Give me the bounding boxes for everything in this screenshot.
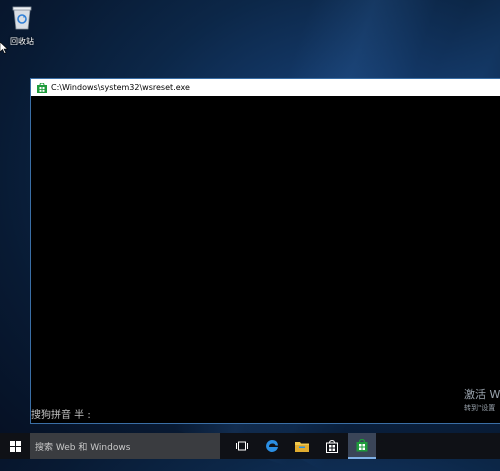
file-explorer-button[interactable] — [288, 433, 316, 459]
search-placeholder: 搜索 Web 和 Windows — [35, 442, 131, 453]
wsreset-taskbar-button[interactable] — [348, 433, 376, 459]
desktop-icon-recycle-bin[interactable]: 回收站 — [4, 4, 40, 47]
edge-button[interactable] — [258, 433, 286, 459]
edge-browser-icon — [266, 440, 278, 452]
ime-status-text: 搜狗拼音 半 : — [31, 410, 91, 421]
taskbar: 搜索 Web 和 Windows — [0, 433, 500, 459]
task-view-button[interactable] — [228, 433, 256, 459]
activation-watermark-subtitle: 转到"设置 — [464, 404, 496, 412]
window-title: C:\Windows\system32\wsreset.exe — [51, 83, 190, 92]
windows-logo-icon — [9, 440, 21, 452]
task-view-icon — [236, 441, 248, 451]
activation-watermark: 激活 W 转到"设置 — [464, 386, 500, 413]
store-bag-icon — [326, 439, 338, 453]
store-button[interactable] — [318, 433, 346, 459]
console-window[interactable]: C:\Windows\system32\wsreset.exe 搜狗拼音 半 : — [31, 79, 500, 423]
mouse-pointer-icon — [0, 42, 8, 54]
folder-icon — [295, 442, 309, 452]
window-title-bar[interactable]: C:\Windows\system32\wsreset.exe — [31, 79, 500, 96]
activation-watermark-title: 激活 W — [464, 388, 500, 401]
console-output-area[interactable]: 搜狗拼音 半 : — [31, 96, 500, 423]
recycle-bin-icon — [12, 6, 32, 30]
taskbar-search-box[interactable]: 搜索 Web 和 Windows — [30, 433, 220, 459]
store-app-icon — [37, 82, 47, 93]
recycle-bin-label: 回收站 — [10, 37, 34, 46]
start-button[interactable] — [0, 433, 30, 459]
store-app-icon — [356, 438, 368, 451]
